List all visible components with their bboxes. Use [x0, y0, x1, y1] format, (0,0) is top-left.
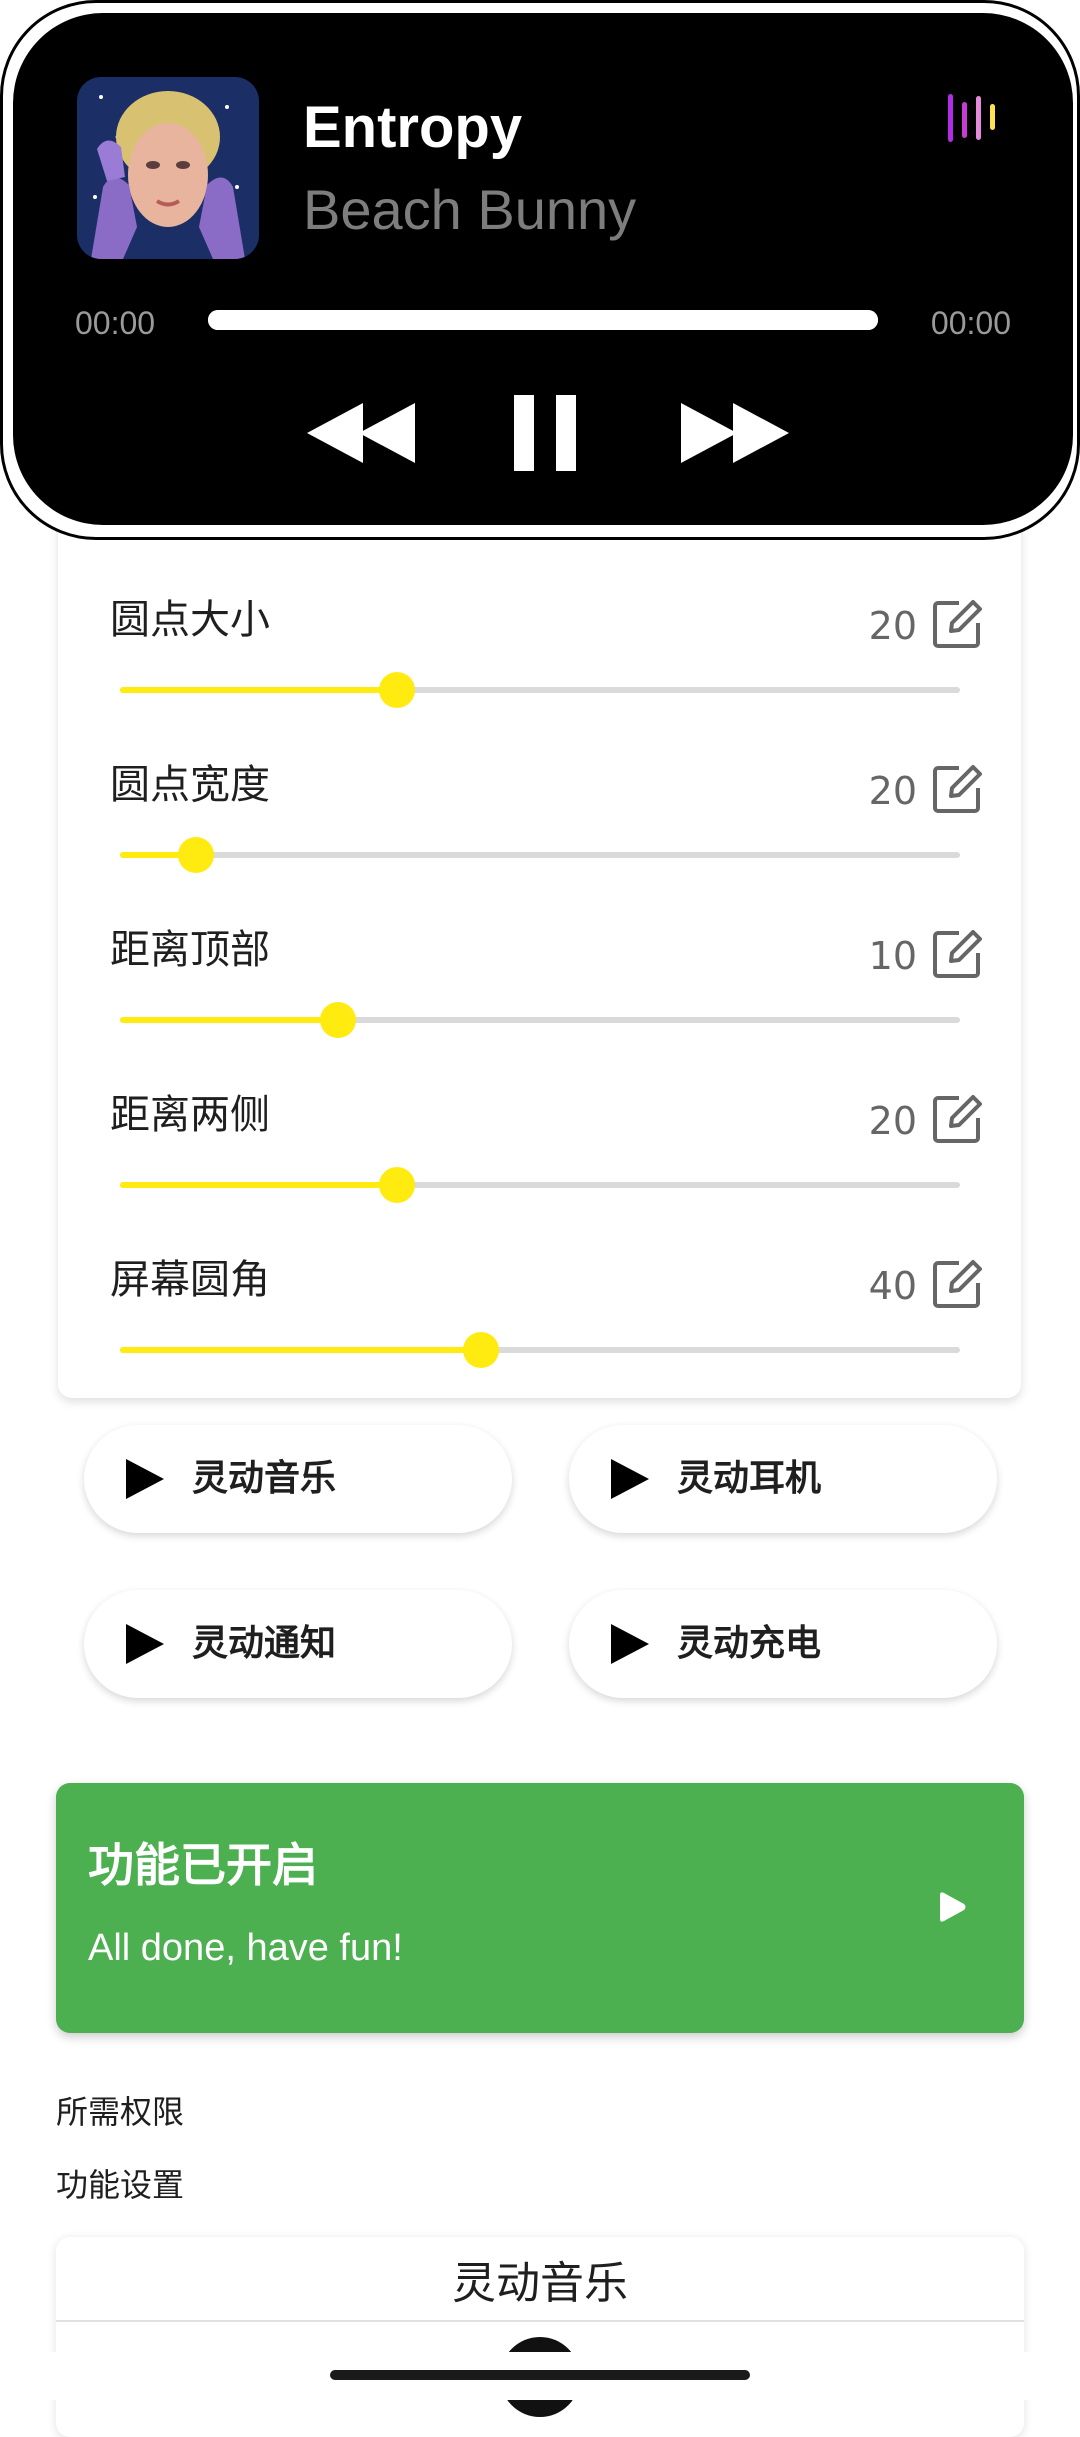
status-subtitle: All done, have fun!: [88, 1927, 403, 1969]
play-icon: [122, 1457, 166, 1501]
play-icon: [122, 1622, 166, 1666]
dynamic-island-player[interactable]: Entropy Beach Bunny 00:00 00:00: [13, 13, 1073, 525]
feature-label: 灵动充电: [677, 1623, 822, 1664]
audio-visualizer-icon: [938, 88, 1008, 148]
setting-row-top-distance: 距离顶部 10: [58, 920, 1021, 1085]
feature-button-headphones[interactable]: 灵动耳机: [569, 1425, 997, 1533]
fast-forward-icon[interactable]: [673, 393, 793, 473]
slider-dot-size[interactable]: [120, 672, 960, 708]
slider-fill: [120, 1017, 339, 1023]
edit-icon[interactable]: [929, 596, 985, 652]
feature-settings-link[interactable]: 功能设置: [56, 2163, 184, 2207]
setting-value: 40: [868, 1264, 917, 1308]
edit-icon[interactable]: [929, 1256, 985, 1312]
slider-thumb[interactable]: [379, 672, 416, 708]
feature-label: 灵动音乐: [192, 1458, 337, 1499]
setting-row-dot-size: 圆点大小 20: [58, 590, 1021, 755]
feature-button-notification[interactable]: 灵动通知: [84, 1590, 512, 1698]
slider-thumb[interactable]: [379, 1167, 416, 1203]
slider-top-distance[interactable]: [120, 1002, 960, 1038]
settings-card: 圆点大小 20 圆点宽度 20 距离顶部 10 距离两侧 20 屏幕圆角 40: [58, 420, 1021, 1398]
time-total: 00:00: [930, 305, 1011, 341]
permissions-link[interactable]: 所需权限: [56, 2090, 184, 2134]
setting-value: 20: [868, 769, 917, 813]
status-title: 功能已开启: [88, 1838, 318, 1892]
pause-icon[interactable]: [510, 393, 580, 473]
edit-icon[interactable]: [929, 926, 985, 982]
slider-screen-radius[interactable]: [120, 1332, 960, 1368]
song-title: Entropy: [303, 95, 523, 160]
setting-label: 距离两侧: [110, 1092, 270, 1138]
album-art: [77, 77, 259, 259]
edit-icon[interactable]: [929, 761, 985, 817]
island-outline: Entropy Beach Bunny 00:00 00:00: [0, 0, 1080, 540]
setting-value: 20: [868, 1099, 917, 1143]
slider-thumb[interactable]: [463, 1332, 500, 1368]
home-indicator[interactable]: [330, 2370, 750, 2380]
setting-row-screen-radius: 屏幕圆角 40: [58, 1250, 1021, 1415]
play-icon: [607, 1622, 651, 1666]
slider-side-distance[interactable]: [120, 1167, 960, 1203]
song-artist: Beach Bunny: [303, 178, 637, 241]
slider-dot-width[interactable]: [120, 837, 960, 873]
feature-label: 灵动耳机: [677, 1458, 822, 1499]
progress-fill: [208, 310, 878, 330]
setting-label: 屏幕圆角: [110, 1257, 270, 1303]
divider: [56, 2320, 1024, 2322]
setting-row-side-distance: 距离两侧 20: [58, 1085, 1021, 1250]
status-card[interactable]: 功能已开启 All done, have fun!: [56, 1783, 1024, 2033]
progress-bar[interactable]: [208, 310, 878, 330]
feature-label: 灵动通知: [192, 1623, 337, 1664]
slider-fill: [120, 687, 398, 693]
slider-thumb[interactable]: [177, 837, 214, 873]
rewind-icon[interactable]: [303, 393, 423, 473]
slider-fill: [120, 1347, 482, 1353]
play-icon: [607, 1457, 651, 1501]
slider-thumb[interactable]: [320, 1002, 357, 1038]
setting-label: 圆点宽度: [110, 762, 270, 808]
edit-icon[interactable]: [929, 1091, 985, 1147]
music-settings-card: 灵动音乐: [56, 2237, 1024, 2437]
setting-row-dot-width: 圆点宽度 20: [58, 755, 1021, 920]
setting-label: 圆点大小: [110, 597, 270, 643]
feature-button-music[interactable]: 灵动音乐: [84, 1425, 512, 1533]
setting-label: 距离顶部: [110, 927, 270, 973]
slider-fill: [120, 1182, 398, 1188]
feature-button-charging[interactable]: 灵动充电: [569, 1590, 997, 1698]
card-title: 灵动音乐: [452, 2258, 628, 2309]
setting-value: 10: [868, 934, 917, 978]
time-elapsed: 00:00: [75, 305, 156, 341]
play-icon: [934, 1890, 968, 1924]
setting-value: 20: [868, 604, 917, 648]
